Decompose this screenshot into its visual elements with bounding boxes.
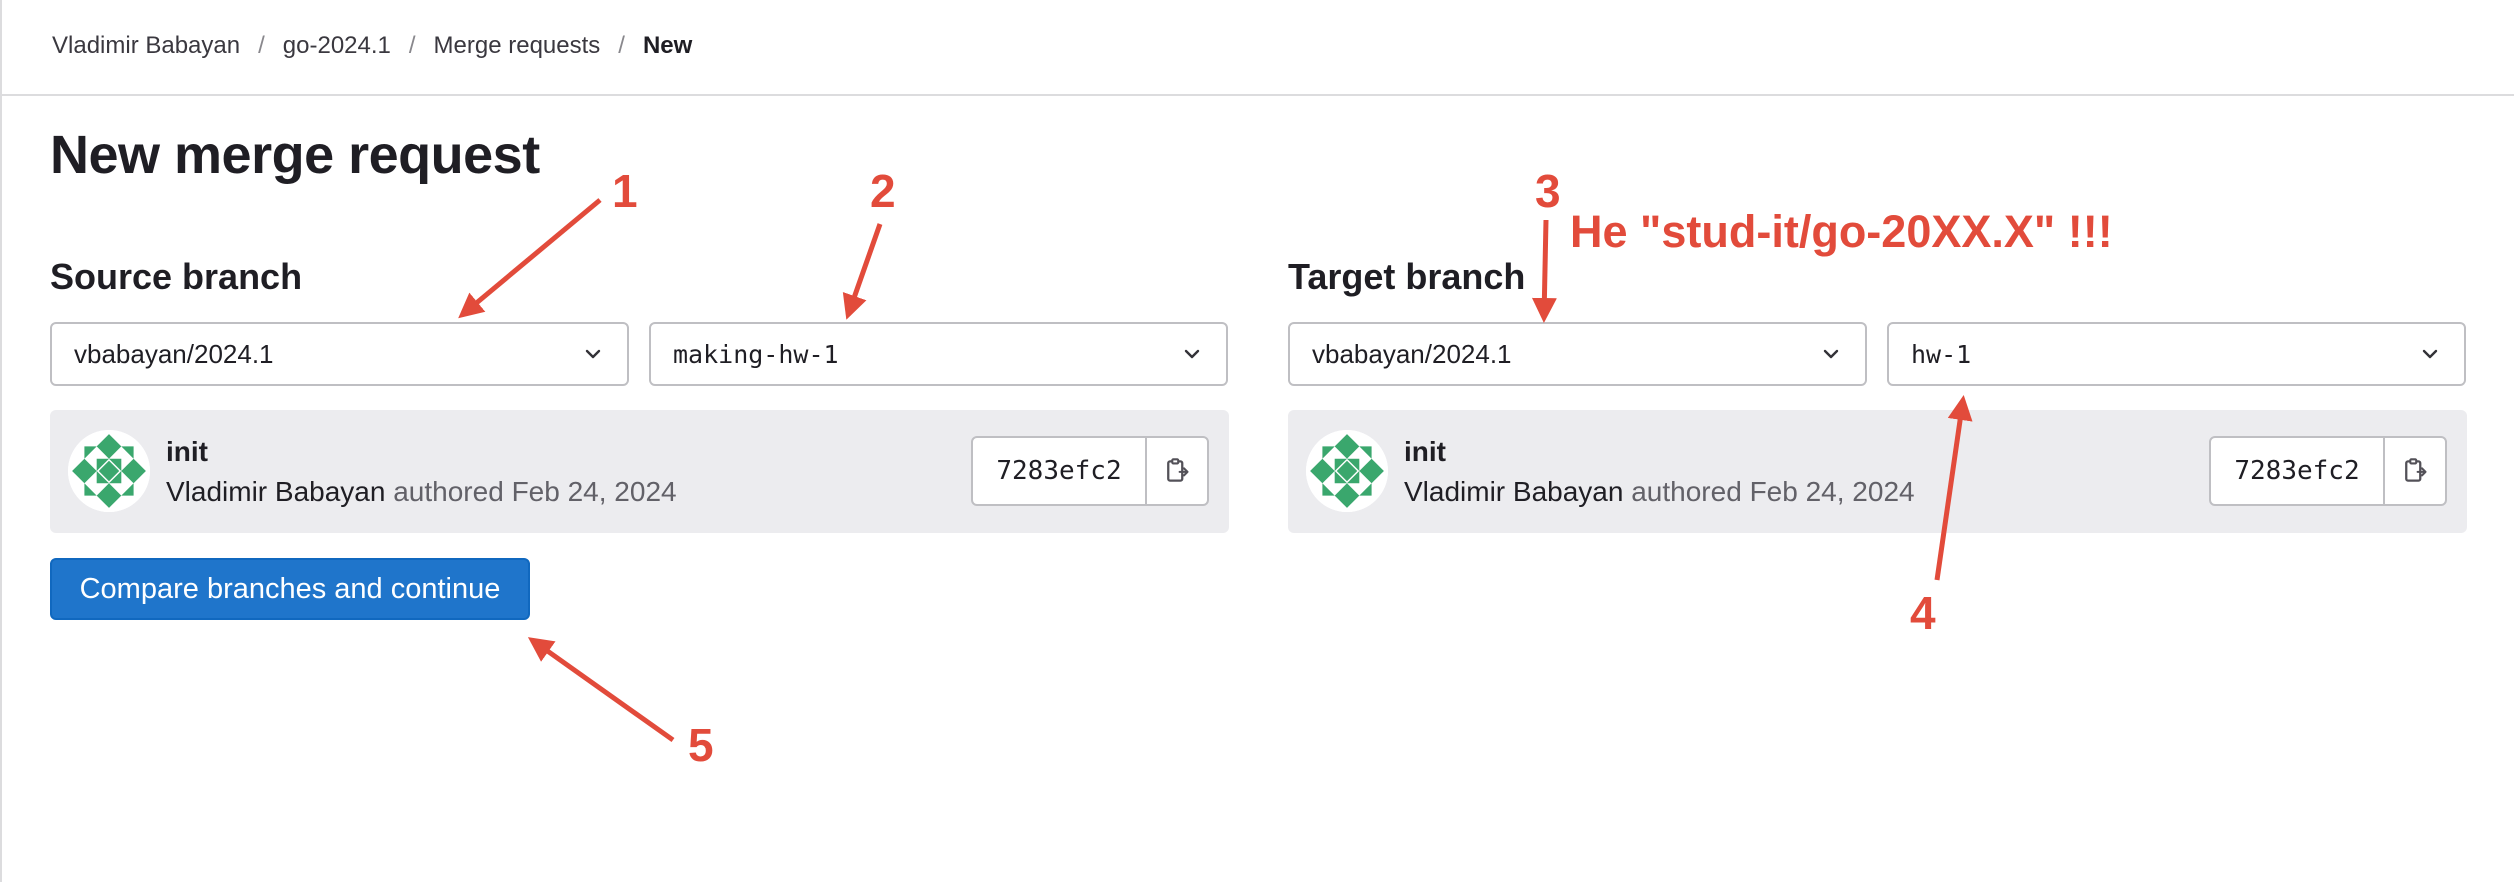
- breadcrumb: Vladimir Babayan / go-2024.1 / Merge req…: [52, 32, 692, 60]
- commit-date: Feb 24, 2024: [1749, 476, 1915, 507]
- commit-sha[interactable]: 7283efc2: [2211, 438, 2385, 504]
- chevron-down-icon: [2422, 349, 2438, 359]
- source-branch-heading: Source branch: [50, 256, 303, 297]
- page-title: New merge request: [50, 125, 540, 185]
- commit-sha-group: 7283efc2: [971, 436, 1209, 506]
- breadcrumb-current: New: [642, 32, 693, 59]
- commit-meta: Vladimir Babayan authored Feb 24, 2024: [1404, 476, 1915, 508]
- breadcrumb-separator: /: [258, 32, 265, 59]
- source-project-value: vbabayan/2024.1: [74, 338, 274, 369]
- copy-to-clipboard-icon: [2405, 458, 2427, 482]
- annotation-note: Не "stud-it/go-20XX.X" !!!: [1570, 206, 2113, 257]
- left-border: [0, 0, 2, 882]
- chevron-down-icon: [1823, 349, 1839, 359]
- identicon-avatar: [68, 430, 150, 512]
- source-commit-card: init Vladimir Babayan authored Feb 24, 2…: [50, 410, 1229, 533]
- commit-sha-group: 7283efc2: [2209, 436, 2447, 506]
- annotation-number-5: 5: [688, 719, 714, 771]
- target-project-dropdown[interactable]: vbabayan/2024.1: [1288, 322, 1867, 386]
- arrow-1: [458, 198, 602, 319]
- commit-author[interactable]: Vladimir Babayan: [166, 476, 385, 507]
- commit-verb: authored: [1631, 476, 1742, 507]
- author-avatar: [68, 430, 150, 512]
- target-commit-card: init Vladimir Babayan authored Feb 24, 2…: [1288, 410, 2467, 533]
- copy-sha-button[interactable]: [2385, 438, 2445, 504]
- commit-verb: authored: [393, 476, 504, 507]
- chevron-down-icon: [1184, 349, 1200, 359]
- target-branch-heading: Target branch: [1288, 256, 1526, 297]
- author-avatar: [1306, 430, 1388, 512]
- source-project-dropdown[interactable]: vbabayan/2024.1: [50, 322, 629, 386]
- target-branch-dropdown[interactable]: hw-1: [1887, 322, 2466, 386]
- commit-author[interactable]: Vladimir Babayan: [1404, 476, 1623, 507]
- copy-sha-button[interactable]: [1147, 438, 1207, 504]
- commit-date: Feb 24, 2024: [511, 476, 677, 507]
- annotation-number-2: 2: [870, 165, 896, 217]
- arrow-2: [842, 223, 883, 320]
- breadcrumb-separator: /: [408, 32, 416, 59]
- commit-meta: Vladimir Babayan authored Feb 24, 2024: [166, 476, 677, 508]
- target-branch-value: hw-1: [1911, 339, 1972, 369]
- top-bar: Vladimir Babayan / go-2024.1 / Merge req…: [2, 0, 2514, 96]
- commit-title[interactable]: init: [1404, 436, 1446, 468]
- commit-sha[interactable]: 7283efc2: [973, 438, 1147, 504]
- annotation-number-3: 3: [1535, 165, 1561, 217]
- breadcrumb-project[interactable]: go-2024.1: [283, 32, 391, 60]
- target-project-value: vbabayan/2024.1: [1312, 338, 1512, 369]
- source-branch-value: making-hw-1: [673, 339, 839, 369]
- annotation-number-1: 1: [612, 165, 638, 217]
- identicon-avatar: [1306, 430, 1388, 512]
- compare-branches-button[interactable]: Compare branches and continue: [50, 558, 530, 620]
- annotation-number-4: 4: [1910, 587, 1936, 639]
- source-branch-dropdown[interactable]: making-hw-1: [649, 322, 1228, 386]
- commit-title[interactable]: init: [166, 436, 208, 468]
- breadcrumb-user[interactable]: Vladimir Babayan: [52, 32, 240, 60]
- breadcrumb-separator: /: [618, 32, 625, 59]
- arrow-5: [527, 637, 675, 743]
- chevron-down-icon: [585, 349, 601, 359]
- breadcrumb-merge-requests[interactable]: Merge requests: [434, 32, 601, 60]
- arrow-3: [1531, 219, 1557, 323]
- copy-to-clipboard-icon: [1167, 458, 1189, 482]
